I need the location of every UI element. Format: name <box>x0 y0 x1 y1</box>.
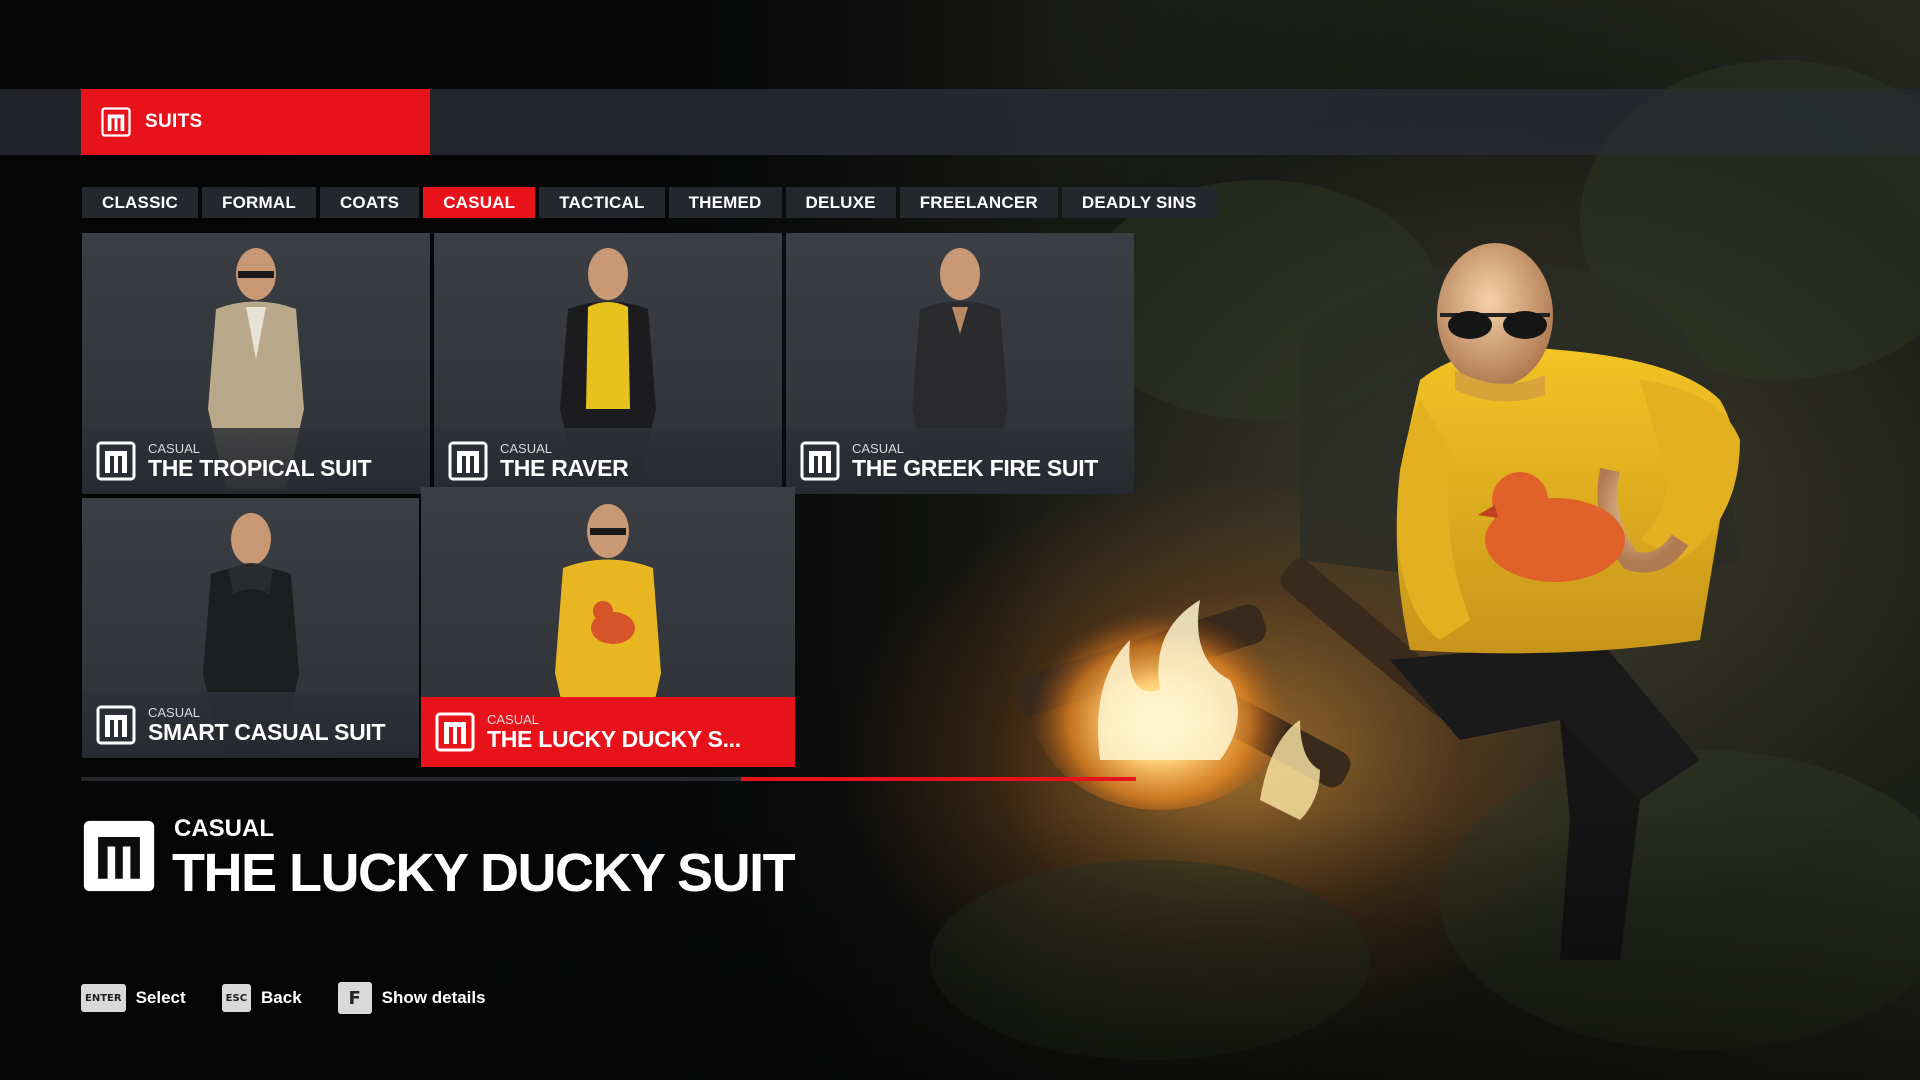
control-hints: ENTER Select ESC Back F Show details <box>81 982 522 1014</box>
suit-category: CASUAL <box>487 712 540 727</box>
selected-suit-category: CASUAL <box>174 815 274 842</box>
suit-card-label: CASUAL THE RAVER <box>434 428 782 494</box>
tab-formal[interactable]: FORMAL <box>202 187 316 218</box>
scroll-thumb[interactable] <box>741 777 1136 781</box>
suit-card-label: CASUAL THE TROPICAL SUIT <box>82 428 430 494</box>
hitman-logo-icon <box>435 712 475 752</box>
suit-name: SMART CASUAL SUIT <box>148 719 386 745</box>
suit-card-smart-casual[interactable]: CASUAL SMART CASUAL SUIT <box>82 498 419 758</box>
hitman-logo-icon <box>448 441 488 481</box>
tab-casual[interactable]: CASUAL <box>423 187 536 218</box>
suit-name: THE LUCKY DUCKY S... <box>487 726 741 752</box>
hint-label: Show details <box>381 988 486 1007</box>
tab-deadly-sins[interactable]: DEADLY SINS <box>1061 187 1217 218</box>
hitman-logo-icon <box>96 705 136 745</box>
tab-deluxe[interactable]: DELUXE <box>785 187 896 218</box>
suit-card-label: CASUAL SMART CASUAL SUIT <box>82 692 419 758</box>
suit-category: CASUAL <box>148 705 201 720</box>
suit-category: CASUAL <box>148 441 201 456</box>
enter-key-icon: ENTER <box>81 984 126 1012</box>
hitman-logo-icon <box>800 441 840 481</box>
suit-name: THE TROPICAL SUIT <box>148 455 372 481</box>
suit-name: THE GREEK FIRE SUIT <box>852 455 1099 481</box>
header-title: SUITS <box>145 111 203 132</box>
hitman-logo-icon <box>83 820 155 892</box>
suit-card-tropical[interactable]: CASUAL THE TROPICAL SUIT <box>82 233 430 494</box>
hint-label: Back <box>261 988 302 1007</box>
suit-category: CASUAL <box>500 441 553 456</box>
tab-coats[interactable]: COATS <box>319 187 420 218</box>
suit-card-lucky-ducky[interactable]: CASUAL THE LUCKY DUCKY S... <box>421 487 795 767</box>
tab-classic[interactable]: CLASSIC <box>82 187 199 218</box>
tab-themed[interactable]: THEMED <box>668 187 782 218</box>
suit-card-raver[interactable]: CASUAL THE RAVER <box>434 233 782 494</box>
suit-card-greek-fire[interactable]: CASUAL THE GREEK FIRE SUIT <box>786 233 1134 494</box>
f-key-icon: F <box>337 982 372 1014</box>
selected-suit-name: THE LUCKY DUCKY SUIT <box>172 843 796 903</box>
show-details-hint[interactable]: F Show details <box>337 982 486 1014</box>
suit-card-label: CASUAL THE LUCKY DUCKY S... <box>421 697 795 767</box>
hitman-logo-icon <box>101 107 131 137</box>
hint-label: Select <box>135 988 186 1007</box>
suits-header-tab[interactable]: SUITS <box>81 89 430 155</box>
tab-tactical[interactable]: TACTICAL <box>539 187 665 218</box>
esc-key-icon: ESC <box>221 984 252 1012</box>
hitman-logo-icon <box>96 441 136 481</box>
suit-category: CASUAL <box>852 441 905 456</box>
back-hint[interactable]: ESC Back <box>221 984 302 1012</box>
select-hint[interactable]: ENTER Select <box>81 984 186 1012</box>
suit-name: THE RAVER <box>500 455 629 481</box>
tab-freelancer[interactable]: FREELANCER <box>899 187 1058 218</box>
suit-card-label: CASUAL THE GREEK FIRE SUIT <box>786 428 1134 494</box>
category-tabs: CLASSIC FORMAL COATS CASUAL TACTICAL THE… <box>82 187 1221 218</box>
